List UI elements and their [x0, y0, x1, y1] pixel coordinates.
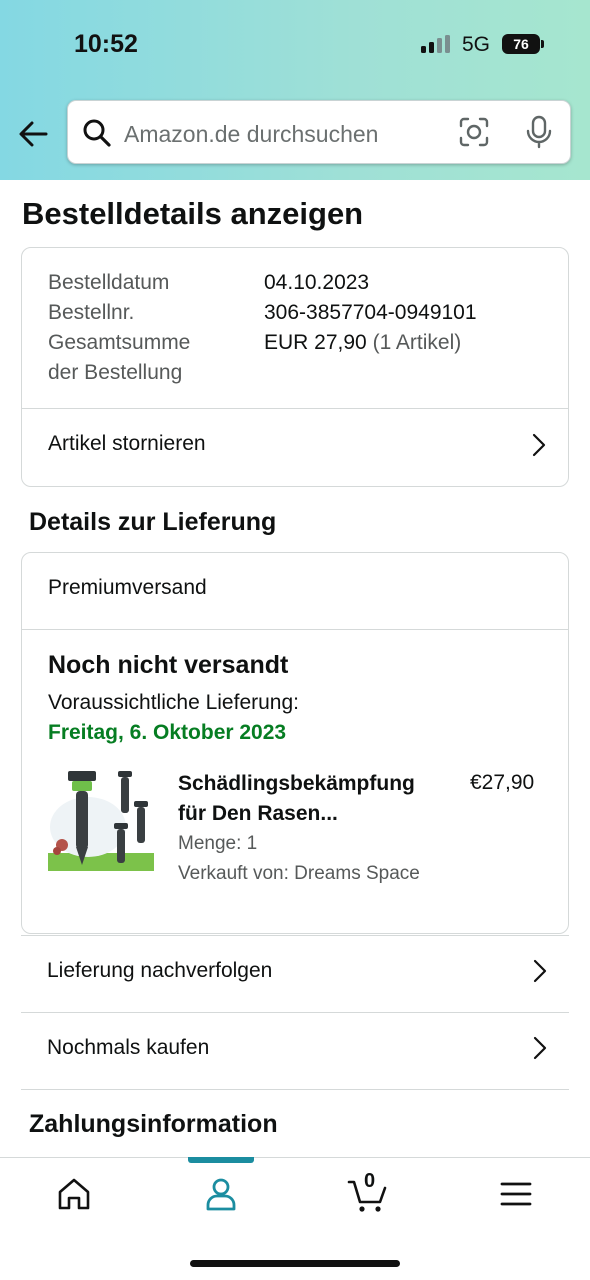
shipment-status: Noch nicht versandt: [48, 651, 289, 679]
chevron-right-icon[interactable]: [533, 1036, 547, 1060]
cart-count: 0: [364, 1170, 376, 1192]
page-title: Bestelldetails anzeigen: [22, 196, 364, 231]
search-icon: [83, 119, 111, 147]
delivery-section-title: Details zur Lieferung: [29, 508, 277, 536]
microphone-icon[interactable]: [524, 115, 554, 149]
order-summary-card: Bestelldatum 04.10.2023 Bestellnr. 306-3…: [21, 247, 569, 487]
signal-icon: [421, 35, 451, 53]
product-quantity: Menge: 1: [178, 833, 258, 854]
app-header: 10:52 5G 76 Amazon.de durchsuchen: [0, 0, 590, 180]
divider: [21, 1089, 569, 1090]
order-date-value: 04.10.2023: [264, 271, 370, 294]
search-placeholder: Amazon.de durchsuchen: [124, 121, 379, 147]
buy-again-link[interactable]: Nochmals kaufen: [47, 1036, 209, 1060]
network-type: 5G: [462, 33, 491, 56]
chevron-right-icon[interactable]: [533, 959, 547, 983]
back-arrow-icon[interactable]: [16, 116, 52, 152]
home-indicator: [190, 1260, 400, 1267]
divider: [22, 408, 568, 409]
search-input[interactable]: Amazon.de durchsuchen: [67, 100, 571, 164]
shipping-method: Premiumversand: [48, 576, 207, 599]
product-title-line1: Schädlingsbekämpfung: [178, 772, 415, 795]
delivery-card: Premiumversand Noch nicht versandt Vorau…: [21, 552, 569, 934]
expected-delivery-label: Voraussichtliche Lieferung:: [48, 691, 299, 714]
track-delivery-link[interactable]: Lieferung nachverfolgen: [47, 959, 272, 983]
product-title-line2: für Den Rasen...: [178, 802, 338, 825]
payment-section-title: Zahlungsinformation: [29, 1110, 278, 1138]
product-title[interactable]: Schädlingsbekämpfung für Den Rasen...: [178, 769, 448, 829]
order-item-count: (1 Artikel): [372, 331, 462, 354]
battery-nub: [541, 40, 544, 48]
order-total-value: EUR 27,90 (1 Artikel): [264, 331, 461, 355]
home-icon[interactable]: [52, 1172, 96, 1216]
account-icon[interactable]: [199, 1172, 243, 1216]
battery-icon: 76: [502, 34, 540, 54]
order-total-label: Gesamtsumme: [48, 331, 191, 354]
order-total-label-line2: der Bestellung: [48, 361, 183, 384]
status-time: 10:52: [74, 30, 138, 58]
menu-icon[interactable]: [494, 1172, 538, 1216]
divider: [21, 935, 569, 936]
cancel-items-link[interactable]: Artikel stornieren: [48, 432, 206, 456]
camera-scan-icon[interactable]: [458, 116, 490, 148]
chevron-right-icon[interactable]: [532, 433, 546, 457]
active-tab-indicator: [188, 1157, 254, 1163]
product-image[interactable]: [48, 767, 154, 871]
product-price: €27,90: [470, 771, 535, 794]
order-total-amount: EUR 27,90: [264, 331, 367, 354]
order-number-label: Bestellnr.: [48, 301, 135, 324]
divider: [21, 1012, 569, 1013]
order-number-value: 306-3857704-0949101: [264, 301, 477, 324]
divider: [22, 629, 568, 630]
order-date-label: Bestelldatum: [48, 271, 170, 294]
product-seller: Verkauft von: Dreams Space: [178, 863, 420, 884]
expected-delivery-date: Freitag, 6. Oktober 2023: [48, 721, 287, 744]
